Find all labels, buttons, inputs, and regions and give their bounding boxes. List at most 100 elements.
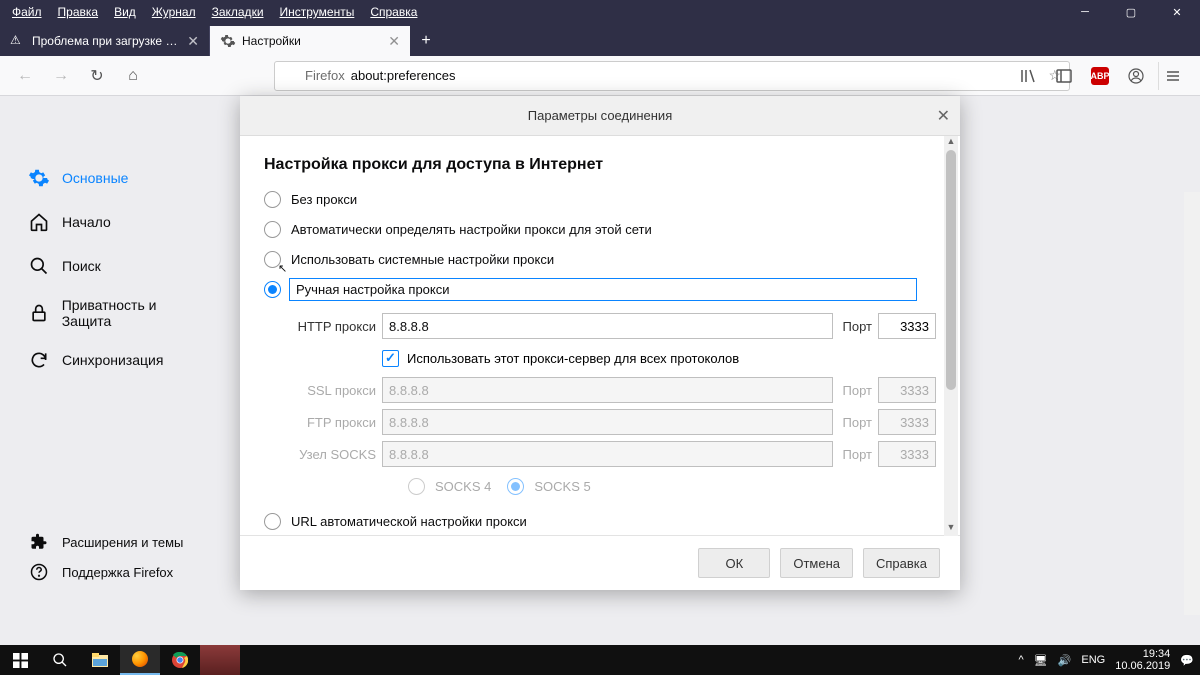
http-proxy-input[interactable] xyxy=(382,313,833,339)
forward-button[interactable]: → xyxy=(46,61,76,91)
use-for-all-checkbox[interactable]: ✓ Использовать этот прокси-сервер для вс… xyxy=(382,342,936,374)
http-port-input[interactable] xyxy=(878,313,936,339)
new-tab-button[interactable]: + xyxy=(410,26,442,56)
tray-clock[interactable]: 19:34 10.06.2019 xyxy=(1115,648,1170,672)
http-proxy-label: HTTP прокси xyxy=(290,319,376,334)
category-support[interactable]: Поддержка Firefox xyxy=(28,557,228,587)
tab-label: Проблема при загрузке стран xyxy=(32,34,181,48)
home-button[interactable]: ⌂ xyxy=(118,61,148,91)
search-button[interactable] xyxy=(40,645,80,675)
scroll-thumb[interactable] xyxy=(946,150,956,390)
tab-label: Настройки xyxy=(242,34,382,48)
cancel-button[interactable]: Отмена xyxy=(780,548,853,578)
radio-auto-detect[interactable]: Автоматически определять настройки прокс… xyxy=(264,214,936,244)
radio-socks4[interactable]: SOCKS 4 xyxy=(408,471,491,501)
gear-icon xyxy=(220,33,236,49)
proxy-fields: HTTP прокси Порт ✓ Использовать этот про… xyxy=(290,310,936,502)
reload-button[interactable]: ↻ xyxy=(82,61,112,91)
preferences-sidebar: Основные Начало Поиск Приватность и Защи… xyxy=(28,156,208,382)
radio-socks5[interactable]: SOCKS 5 xyxy=(507,471,590,501)
task-app[interactable] xyxy=(200,645,240,675)
category-label: Поддержка Firefox xyxy=(62,565,173,580)
urlbar[interactable]: Firefox about:preferences ☆ xyxy=(274,61,1070,91)
category-home[interactable]: Начало xyxy=(28,200,208,244)
account-icon[interactable] xyxy=(1122,62,1150,90)
category-sync[interactable]: Синхронизация xyxy=(28,338,208,382)
tray-monitor-icon[interactable]: 🖥 xyxy=(1034,654,1048,667)
sidebar-icon[interactable] xyxy=(1050,62,1078,90)
tab-active[interactable]: Настройки ✕ xyxy=(210,26,410,56)
connection-settings-dialog: Параметры соединения ✕ Настройка прокси … xyxy=(240,96,960,590)
preferences-sidebar-bottom: Расширения и темы Поддержка Firefox xyxy=(28,527,228,587)
close-button[interactable]: ✕ xyxy=(1154,0,1200,24)
identity-label: Firefox xyxy=(305,68,345,83)
scroll-down-icon[interactable]: ▼ xyxy=(944,522,958,536)
tabstrip: ⚠ Проблема при загрузке стран ✕ Настройк… xyxy=(0,24,1200,56)
tray-chevron-icon[interactable]: ^ xyxy=(1019,654,1024,666)
start-button[interactable] xyxy=(0,645,40,675)
menu-help[interactable]: Справка xyxy=(362,5,425,19)
tab-close-icon[interactable]: ✕ xyxy=(388,33,400,50)
radio-auto-url[interactable]: URL автоматической настройки прокси xyxy=(264,506,936,535)
lock-icon xyxy=(28,302,50,324)
menu-history[interactable]: Журнал xyxy=(144,5,204,19)
abp-icon[interactable]: ABP xyxy=(1086,62,1114,90)
ftp-proxy-label: FTP прокси xyxy=(290,415,376,430)
back-button[interactable]: ← xyxy=(10,61,40,91)
radio-no-proxy[interactable]: Без прокси xyxy=(264,184,936,214)
category-label: Приватность и Защита xyxy=(62,297,208,329)
category-privacy[interactable]: Приватность и Защита xyxy=(28,288,208,338)
menu-edit[interactable]: Правка xyxy=(50,5,107,19)
menu-bookmarks[interactable]: Закладки xyxy=(204,5,272,19)
category-search[interactable]: Поиск xyxy=(28,244,208,288)
page-scrollbar[interactable] xyxy=(1184,192,1200,615)
scroll-up-icon[interactable]: ▲ xyxy=(944,136,958,150)
firefox-icon xyxy=(283,68,299,84)
dialog-header: Параметры соединения ✕ xyxy=(240,96,960,136)
radio-icon xyxy=(264,281,281,298)
dialog-title: Параметры соединения xyxy=(528,108,672,123)
ok-button[interactable]: ОК xyxy=(698,548,770,578)
radio-icon xyxy=(264,221,281,238)
radio-manual-proxy[interactable]: Ручная настройка прокси xyxy=(264,274,936,304)
port-label: Порт xyxy=(843,447,872,462)
menu-tools[interactable]: Инструменты xyxy=(272,5,363,19)
socks-host-label: Узел SOCKS xyxy=(290,447,376,462)
dialog-close-button[interactable]: ✕ xyxy=(937,106,950,126)
radio-icon xyxy=(408,478,425,495)
hamburger-menu-icon[interactable] xyxy=(1158,62,1186,90)
tab-close-icon[interactable]: ✕ xyxy=(187,33,199,50)
tray-volume-icon[interactable]: 🔊 xyxy=(1058,654,1072,667)
category-general[interactable]: Основные xyxy=(28,156,208,200)
category-extensions[interactable]: Расширения и темы xyxy=(28,527,228,557)
radio-icon xyxy=(264,191,281,208)
maximize-button[interactable]: ▢ xyxy=(1108,0,1154,24)
socks-port-input xyxy=(878,441,936,467)
checkbox-label: Использовать этот прокси-сервер для всех… xyxy=(407,351,739,366)
tab-inactive[interactable]: ⚠ Проблема при загрузке стран ✕ xyxy=(0,26,210,56)
window-controls: ─ ▢ ✕ xyxy=(1062,0,1200,24)
systray: ^ 🖥 🔊 ENG 19:34 10.06.2019 💬 xyxy=(1019,645,1194,675)
task-firefox[interactable] xyxy=(120,645,160,675)
taskbar: ^ 🖥 🔊 ENG 19:34 10.06.2019 💬 xyxy=(0,645,1200,675)
tray-notifications-icon[interactable]: 💬 xyxy=(1180,654,1194,667)
menubar: Файл Правка Вид Журнал Закладки Инструме… xyxy=(0,0,1200,24)
tray-lang[interactable]: ENG xyxy=(1081,654,1105,666)
search-icon xyxy=(28,255,50,277)
checkbox-icon: ✓ xyxy=(382,350,399,367)
ftp-port-input xyxy=(878,409,936,435)
radio-system-proxy[interactable]: ↖ Использовать системные настройки прокс… xyxy=(264,244,936,274)
ssl-proxy-label: SSL прокси xyxy=(290,383,376,398)
help-button[interactable]: Справка xyxy=(863,548,940,578)
dialog-heading: Настройка прокси для доступа в Интернет xyxy=(264,156,936,174)
category-label: Поиск xyxy=(62,258,101,274)
dialog-scrollbar[interactable]: ▲ ▼ xyxy=(944,136,958,536)
ftp-proxy-input xyxy=(382,409,833,435)
menu-view[interactable]: Вид xyxy=(106,5,144,19)
menu-file[interactable]: Файл xyxy=(4,5,50,19)
minimize-button[interactable]: ─ xyxy=(1062,0,1108,24)
toolbar: ← → ↻ ⌂ Firefox about:preferences ☆ ABP xyxy=(0,56,1200,96)
task-chrome[interactable] xyxy=(160,645,200,675)
task-explorer[interactable] xyxy=(80,645,120,675)
library-icon[interactable] xyxy=(1014,62,1042,90)
